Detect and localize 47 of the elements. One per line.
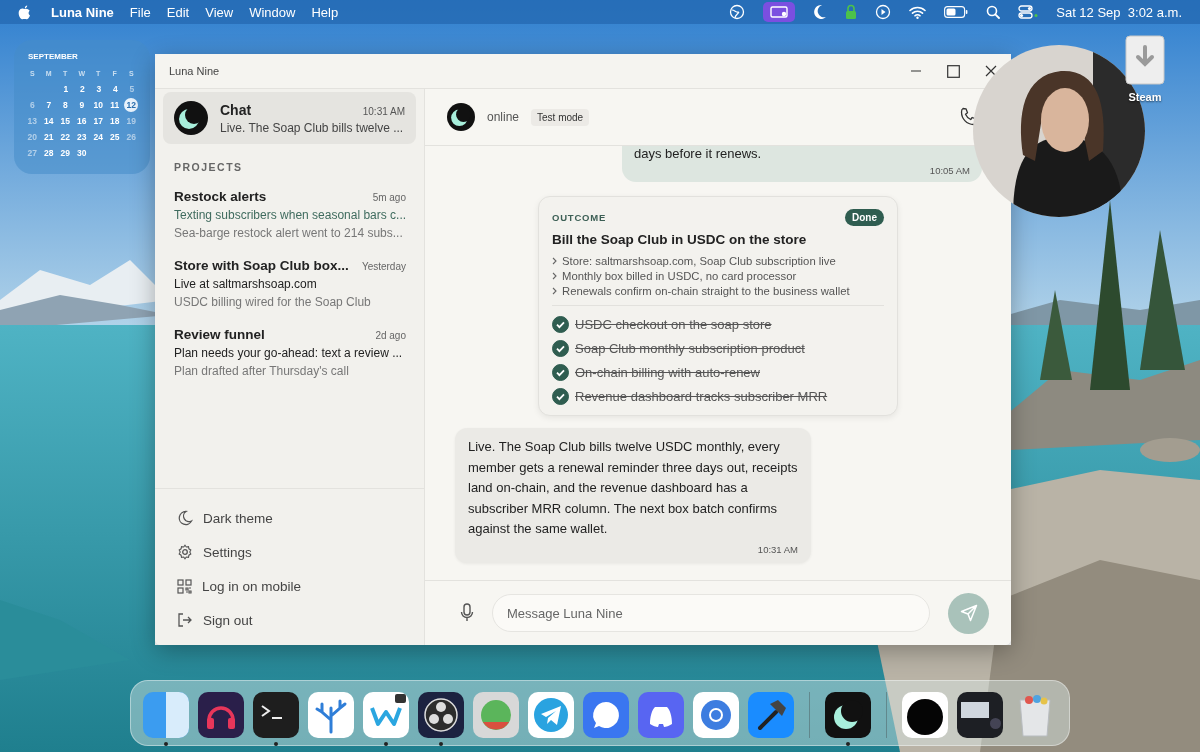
checklist-item: Revenue dashboard tracks subscriber MRR (575, 389, 828, 404)
project-summary: Texting subscribers when seasonal bars c... (174, 208, 406, 222)
project-title[interactable]: Restock alerts (174, 189, 267, 204)
section-heading: PROJECTS (174, 161, 244, 173)
checklist-item: USDC checkout on the soap store (575, 317, 772, 332)
sidebar-menu-item[interactable]: Log in on mobile (202, 578, 302, 594)
project-detail: Plan drafted after Thursday's call (174, 364, 350, 378)
sidebar-menu-item[interactable]: Settings (203, 544, 252, 560)
message-time: 10:05 AM (929, 165, 970, 176)
project-title[interactable]: Store with Soap Club box... (174, 258, 349, 273)
sign-out-icon[interactable] (177, 612, 193, 628)
chat-preview: Live. The Soap Club bills twelve ... (220, 120, 405, 135)
message-text: Live. The Soap Club bills twelve USDC monthly, every member gets a renewal reminder three days out, receipts land on-chain, and the revenue dashboard has a subscriber MRR column. The next box batch confirms against the same wallet. (468, 438, 798, 538)
chat-list-item[interactable]: Chat 10:31 AM Live. The Soap Club bills twelve ... (163, 92, 416, 144)
checklist-item: Soap Club monthly subscription product (575, 341, 805, 356)
checklist-item: On-chain billing with auto-renew (575, 365, 760, 380)
window-title: Luna Nine (169, 65, 220, 77)
project-time: 5m ago (372, 192, 406, 203)
project-summary: Plan needs your go-ahead: text a review ... (174, 346, 404, 360)
crescent-avatar-icon (447, 103, 475, 131)
project-detail: Sea-barge restock alert went to 214 subs... (174, 226, 404, 240)
qr-code-icon[interactable] (177, 578, 192, 594)
message-time: 10:31 AM (757, 543, 798, 555)
project-detail: USDC billing wired for the Soap Club (174, 295, 372, 309)
outcome-title: Bill the Soap Club in USDC on the store (552, 232, 808, 247)
test-mode-badge: Test mode (531, 108, 590, 126)
project-time: 2d ago (375, 330, 406, 341)
moon-icon[interactable] (177, 510, 193, 526)
maximize-icon[interactable] (947, 64, 960, 78)
done-badge: Done (845, 209, 884, 226)
chat-title: Chat (220, 101, 252, 118)
sidebar-menu-item[interactable]: Sign out (203, 612, 253, 628)
project-time: Yesterday (361, 261, 406, 272)
microphone-icon[interactable] (460, 603, 474, 623)
project-title[interactable]: Review funnel (174, 327, 265, 342)
outcome-detail: Monthly box billed in USDC, no card processor (562, 270, 797, 282)
outcome-label: OUTCOME (552, 212, 607, 223)
chat-time: 10:31 AM (362, 105, 405, 117)
gear-icon[interactable] (177, 544, 193, 560)
message-text: days before it renews. (634, 146, 763, 161)
project-summary: Live at saltmarshsoap.com (174, 277, 318, 291)
sidebar-menu-item[interactable]: Dark theme (203, 510, 273, 526)
online-status: online (487, 110, 520, 124)
message-input-field[interactable]: Message Luna Nine (492, 594, 930, 632)
outcome-detail: Store: saltmarshsoap.com, Soap Club subscription live (562, 255, 836, 267)
crescent-avatar-icon (174, 101, 208, 135)
outcome-detail: Renewals confirm on-chain straight to the business wallet (562, 285, 850, 297)
